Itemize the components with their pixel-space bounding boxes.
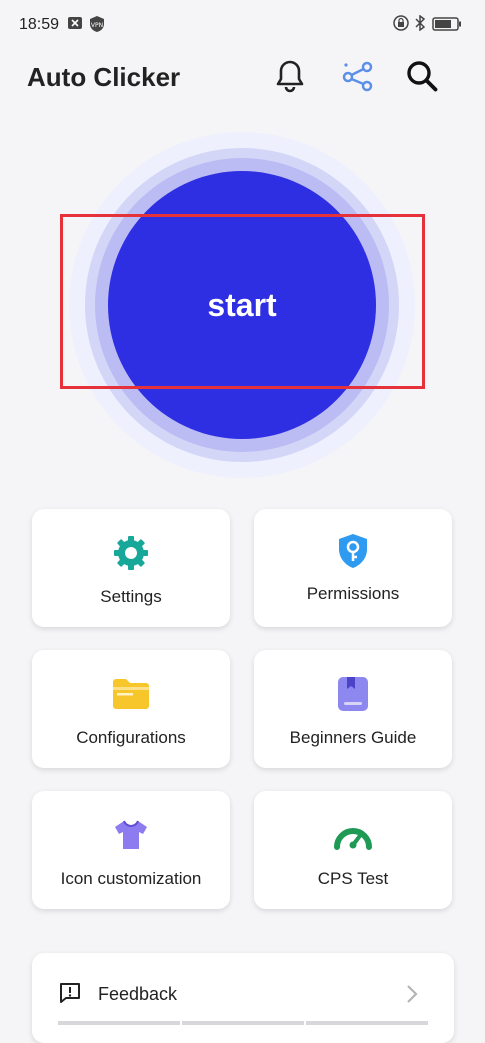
card-label: Icon customization xyxy=(60,869,202,888)
battery-icon xyxy=(432,17,462,36)
beginners-guide-card[interactable]: Beginners Guide xyxy=(254,650,452,768)
notification-x-icon xyxy=(67,15,83,36)
icon-customization-card[interactable]: Icon customization xyxy=(32,791,230,909)
card-label: Beginners Guide xyxy=(289,728,417,747)
status-bar: 18:59 VPN xyxy=(0,0,485,48)
vpn-icon: VPN xyxy=(88,15,106,38)
configurations-card[interactable]: Configurations xyxy=(32,650,230,768)
card-label: Settings xyxy=(100,587,162,606)
lock-rotation-icon xyxy=(393,15,409,36)
search-icon[interactable] xyxy=(402,56,442,96)
book-icon xyxy=(333,674,373,714)
chevron-right-icon xyxy=(406,984,418,1009)
feedback-row[interactable]: Feedback xyxy=(32,953,454,1043)
gear-icon xyxy=(111,533,151,573)
app-bar: Auto Clicker xyxy=(0,48,485,108)
card-label: CPS Test xyxy=(317,869,389,888)
feedback-icon xyxy=(58,981,82,1010)
svg-text:VPN: VPN xyxy=(91,22,103,29)
permissions-card[interactable]: Permissions xyxy=(254,509,452,627)
start-button-container: start xyxy=(69,132,415,478)
bluetooth-icon xyxy=(414,14,426,36)
status-time: 18:59 xyxy=(19,16,60,33)
card-label: Configurations xyxy=(76,728,186,747)
speedometer-icon xyxy=(333,815,373,855)
bell-icon[interactable] xyxy=(270,56,310,96)
divider xyxy=(58,1021,428,1025)
share-icon[interactable] xyxy=(337,56,377,96)
settings-card[interactable]: Settings xyxy=(32,509,230,627)
feedback-label: Feedback xyxy=(98,984,178,1004)
card-label: Permissions xyxy=(306,584,400,603)
folder-icon xyxy=(111,674,151,714)
shield-key-icon xyxy=(333,531,373,571)
start-button[interactable]: start xyxy=(108,171,376,439)
page-title: Auto Clicker xyxy=(27,62,181,92)
tshirt-icon xyxy=(111,815,151,855)
cps-test-card[interactable]: CPS Test xyxy=(254,791,452,909)
